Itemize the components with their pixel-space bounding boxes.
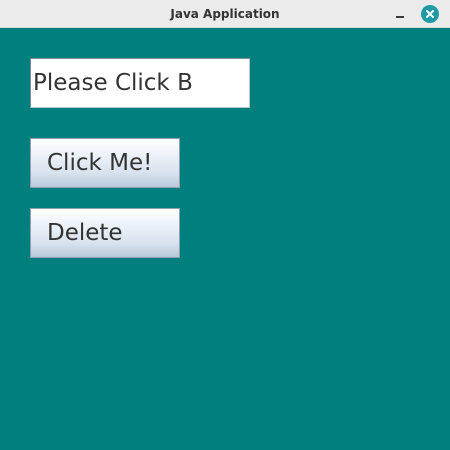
window-title: Java Application bbox=[170, 7, 280, 21]
close-button[interactable] bbox=[421, 5, 439, 23]
content-pane: Click Me! Delete bbox=[0, 28, 450, 450]
application-window: Java Application Click Me! Delete bbox=[0, 0, 450, 450]
click-me-button[interactable]: Click Me! bbox=[30, 138, 180, 188]
close-icon bbox=[426, 10, 434, 18]
message-text-field[interactable] bbox=[30, 58, 250, 108]
minimize-icon bbox=[396, 16, 404, 18]
minimize-button[interactable] bbox=[392, 6, 408, 22]
delete-button[interactable]: Delete bbox=[30, 208, 180, 258]
title-bar: Java Application bbox=[0, 0, 450, 28]
